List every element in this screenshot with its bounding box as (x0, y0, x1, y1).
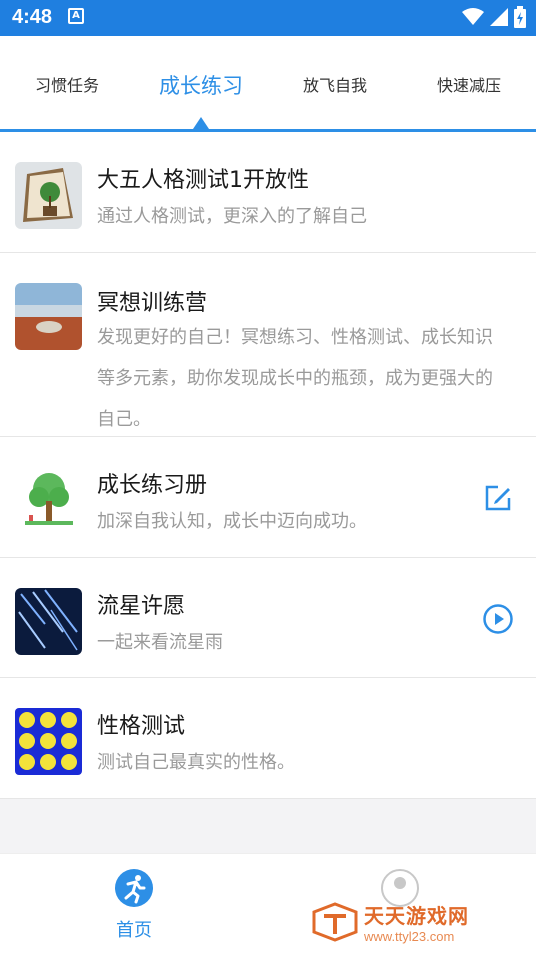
emoji-grid-thumbnail (15, 708, 82, 775)
list-item[interactable]: 冥想训练营 发现更好的自己！冥想练习、性格测试、成长知识等多元素，助你发现成长中… (0, 253, 536, 437)
item-title: 大五人格测试1开放性 (97, 168, 309, 193)
plant-book-thumbnail (15, 162, 82, 229)
meteor-thumbnail (15, 588, 82, 655)
tab-free-yourself[interactable]: 放飞自我 (268, 72, 402, 96)
watermark-logo-icon (312, 902, 358, 942)
watermark: 天天游戏网 www.ttyl23.com (312, 900, 469, 944)
item-description: 通过人格测试，更深入的了解自己 (97, 206, 367, 227)
system-icons (462, 6, 526, 28)
status-bar: 4:48 A (0, 0, 536, 36)
list-item[interactable]: 性格测试 测试自己最真实的性格。 (0, 678, 536, 799)
practice-list: 大五人格测试1开放性 通过人格测试，更深入的了解自己 冥想训练营 发现更好的自己… (0, 132, 536, 799)
list-item[interactable]: 大五人格测试1开放性 通过人格测试，更深入的了解自己 (0, 132, 536, 253)
list-item[interactable]: 流星许愿 一起来看流星雨 (0, 558, 536, 678)
nav-home-label: 首页 (116, 920, 152, 941)
signal-icon (490, 8, 508, 26)
beach-thumbnail (15, 283, 82, 350)
running-person-icon (115, 869, 153, 907)
item-title: 流星许愿 (97, 594, 186, 619)
play-icon[interactable] (482, 603, 514, 635)
tab-habit-tasks[interactable]: 习惯任务 (0, 72, 134, 96)
edit-icon[interactable] (482, 482, 514, 514)
tab-growth-practice[interactable]: 成长练习 (134, 70, 268, 100)
item-title: 成长练习册 (97, 473, 208, 498)
status-time: 4:48 (12, 6, 53, 28)
tab-quick-relief[interactable]: 快速减压 (402, 72, 536, 96)
item-title: 性格测试 (97, 714, 186, 739)
tab-bar: 习惯任务 成长练习 放飞自我 快速减压 (0, 36, 536, 132)
watermark-url: www.ttyl23.com (364, 929, 455, 944)
bottom-navigation: 首页 天天游戏网 www.ttyl23.com (0, 853, 536, 954)
item-description: 测试自己最真实的性格。 (97, 752, 295, 773)
tree-icon (15, 467, 82, 534)
wifi-icon (462, 8, 484, 25)
battery-icon (514, 6, 526, 28)
item-description: 加深自我认知，成长中迈向成功。 (97, 511, 367, 532)
notification-icon: A (68, 8, 84, 24)
list-item[interactable]: 成长练习册 加深自我认知，成长中迈向成功。 (0, 437, 536, 558)
watermark-title: 天天游戏网 (364, 906, 469, 928)
active-tab-caret (193, 117, 209, 129)
item-title: 冥想训练营 (97, 291, 208, 316)
item-description: 一起来看流星雨 (97, 632, 223, 653)
nav-home-button[interactable]: 首页 (100, 868, 168, 942)
item-description: 发现更好的自己！冥想练习、性格测试、成长知识等多元素，助你发现成长中的瓶颈，成为… (97, 327, 493, 430)
